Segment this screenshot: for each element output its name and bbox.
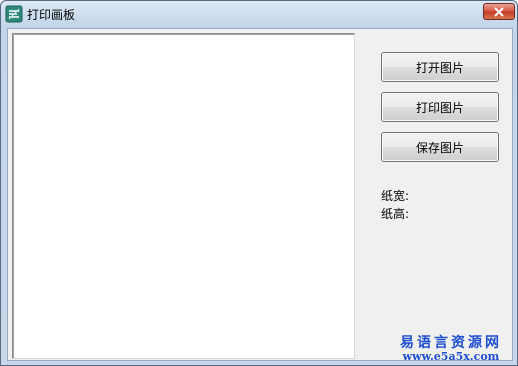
main-window: 打印画板 打开图片 打印图片 保存图片 纸宽: 纸高: 易语言资源网 www.e…: [0, 0, 518, 366]
title-bar[interactable]: 打印画板: [1, 1, 517, 27]
watermark-site-url: www.e5a5x.com: [402, 350, 500, 363]
save-image-button[interactable]: 保存图片: [381, 132, 499, 162]
client-area: 打开图片 打印图片 保存图片 纸宽: 纸高: 易语言资源网 www.e5a5x.…: [7, 28, 513, 363]
print-image-button[interactable]: 打印图片: [381, 92, 499, 122]
paper-width-label: 纸宽:: [381, 189, 410, 203]
open-image-button[interactable]: 打开图片: [381, 52, 499, 82]
close-button[interactable]: [483, 3, 515, 20]
window-title: 打印画板: [27, 8, 76, 22]
close-icon: [494, 6, 504, 17]
paper-height-label: 纸高:: [381, 207, 410, 221]
app-icon: [5, 5, 23, 23]
drawing-canvas[interactable]: [12, 33, 355, 359]
watermark-site-name: 易语言资源网: [400, 335, 502, 351]
